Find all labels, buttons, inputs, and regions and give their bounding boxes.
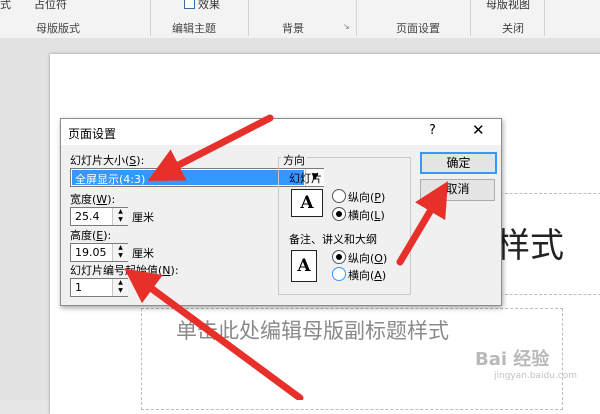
arrow-to-cancel: [396, 181, 449, 266]
annotation-arrows: [124, 114, 449, 400]
arrow-to-slide-size: [147, 114, 274, 181]
arrow-to-start-number: [124, 268, 304, 400]
